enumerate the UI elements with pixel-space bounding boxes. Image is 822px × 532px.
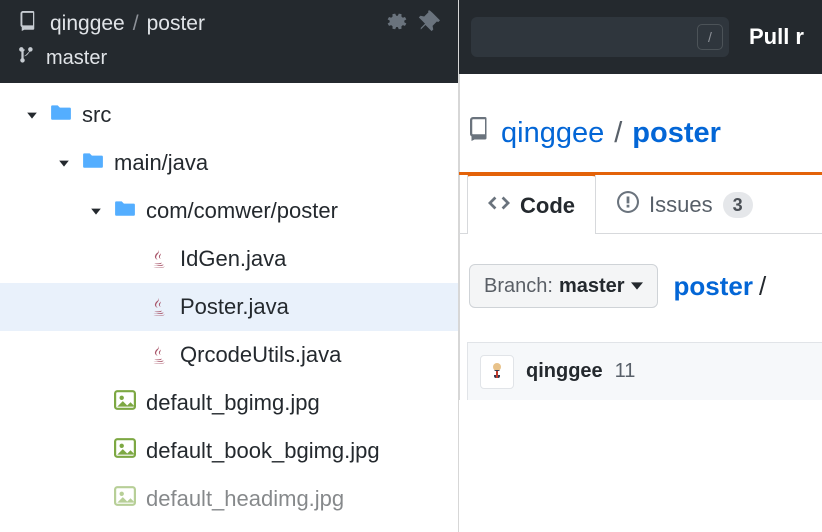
tree-row-image[interactable]: default_bgimg.jpg [0, 379, 458, 427]
avatar[interactable] [480, 355, 514, 389]
tree-owner: qinggee [50, 12, 125, 36]
commit-author[interactable]: qinggee [526, 360, 603, 383]
twisty-icon[interactable] [24, 109, 40, 121]
tree-row-image[interactable]: default_book_bgimg.jpg [0, 427, 458, 475]
folder-icon [82, 150, 104, 176]
tree-row-java[interactable]: QrcodeUtils.java [0, 331, 458, 379]
tree-row-folder[interactable]: com/comwer/poster [0, 187, 458, 235]
tab-code[interactable]: Code [467, 173, 596, 234]
tree-row-java[interactable]: Poster.java [0, 283, 458, 331]
java-file-icon [146, 248, 170, 270]
repo-title: qinggee / poster [459, 88, 822, 172]
repo-separator: / [614, 117, 622, 150]
repo-tabs: Code Issues 3 [459, 172, 822, 234]
issues-count-badge: 3 [723, 192, 753, 218]
tree-row-folder[interactable]: src [0, 91, 458, 139]
gear-icon[interactable] [386, 10, 408, 37]
twisty-icon[interactable] [88, 205, 104, 217]
branch-prefix: Branch: [484, 275, 553, 298]
folder-icon [114, 198, 136, 224]
tree-row-folder[interactable]: main/java [0, 139, 458, 187]
path-separator: / [133, 12, 139, 36]
repo-owner-link[interactable]: qinggee [501, 117, 604, 150]
image-file-icon [114, 486, 136, 512]
commit-meta: 11 [615, 360, 636, 383]
tree-item-label: default_bgimg.jpg [146, 390, 320, 416]
latest-commit-strip[interactable]: qinggee 11 [467, 342, 822, 400]
crumb-root-link[interactable]: poster [674, 271, 753, 301]
branch-icon [18, 45, 36, 71]
image-file-icon [114, 438, 136, 464]
tree-item-label: main/java [114, 150, 208, 176]
file-tree-panel: qinggee / poster master [0, 0, 459, 532]
tree-item-label: com/comwer/poster [146, 198, 338, 224]
tree-item-label: default_headimg.jpg [146, 486, 344, 512]
tab-code-label: Code [520, 193, 575, 219]
image-file-icon [114, 390, 136, 416]
folder-icon [50, 102, 72, 128]
nav-pull-requests[interactable]: Pull r [749, 24, 804, 50]
tree-item-label: src [82, 102, 111, 128]
branch-select-button[interactable]: Branch: master [469, 264, 658, 308]
repo-name-link[interactable]: poster [632, 117, 721, 150]
issues-icon [617, 191, 639, 219]
tree-repo-path[interactable]: qinggee / poster [50, 12, 374, 36]
file-tree: srcmain/java com/comwer/poster IdGen.java P… [0, 83, 458, 531]
slash-key-hint: / [697, 24, 723, 50]
tree-row-image[interactable]: default_headimg.jpg [0, 475, 458, 523]
java-file-icon [146, 296, 170, 318]
tree-branch-name[interactable]: master [46, 47, 107, 70]
pin-icon[interactable] [418, 10, 440, 37]
java-file-icon [146, 344, 170, 366]
tab-issues-label: Issues [649, 192, 713, 218]
repo-icon [467, 116, 491, 150]
tree-item-label: IdGen.java [180, 246, 286, 272]
tree-item-label: default_book_bgimg.jpg [146, 438, 380, 464]
repo-icon [18, 10, 38, 37]
tree-item-label: QrcodeUtils.java [180, 342, 341, 368]
tree-item-label: Poster.java [180, 294, 289, 320]
code-icon [488, 192, 510, 220]
branch-name: master [559, 275, 625, 298]
tree-repo: poster [147, 12, 205, 36]
tree-header: qinggee / poster master [0, 0, 458, 83]
github-panel: / Pull r qinggee / poster Code [459, 0, 822, 532]
path-crumb: poster/ [674, 271, 773, 302]
github-topbar: / Pull r [459, 0, 822, 74]
search-input[interactable]: / [471, 17, 729, 57]
caret-down-icon [631, 275, 643, 298]
crumb-separator: / [753, 271, 772, 301]
tree-row-java[interactable]: IdGen.java [0, 235, 458, 283]
tab-issues[interactable]: Issues 3 [596, 173, 774, 234]
twisty-icon[interactable] [56, 157, 72, 169]
